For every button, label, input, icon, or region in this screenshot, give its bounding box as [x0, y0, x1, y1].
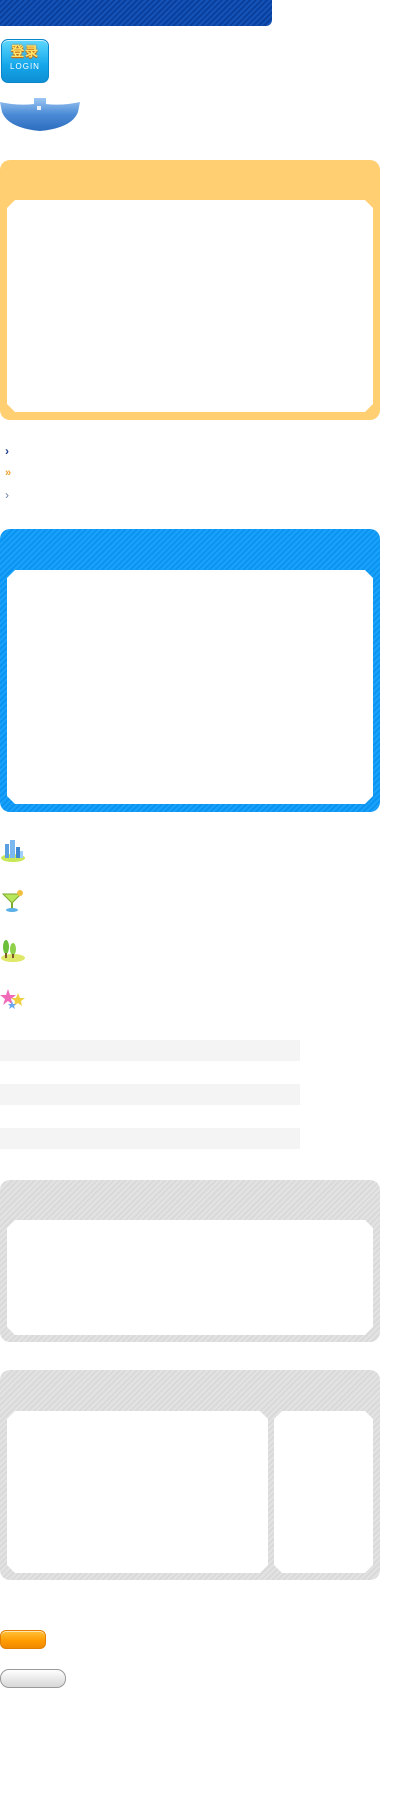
- header-bar: [0, 0, 272, 26]
- gray-strip: [0, 1128, 300, 1149]
- chevron-right-icon: ›: [5, 444, 9, 458]
- gray-strip: [0, 1040, 300, 1061]
- orange-panel: [0, 160, 380, 420]
- login-label-cn: 登录: [10, 44, 39, 59]
- city-buildings-icon: [1, 840, 25, 862]
- gray-split-panel-side: [274, 1411, 373, 1573]
- orange-panel-body: [7, 200, 373, 412]
- blue-panel: [0, 529, 380, 812]
- blue-tab-shape-icon: [0, 98, 80, 131]
- chevron-right-light-icon: ›: [5, 488, 9, 502]
- gray-panel-body: [7, 1220, 373, 1335]
- login-button[interactable]: 登录 LOGIN: [1, 39, 49, 83]
- double-chevron-right-icon: »: [5, 467, 12, 479]
- login-label-en: LOGIN: [10, 62, 40, 71]
- orange-button[interactable]: [0, 1630, 46, 1649]
- gray-split-panel: [0, 1370, 380, 1580]
- stars-icon: [0, 989, 25, 1009]
- cocktail-icon: [1, 890, 23, 912]
- gray-split-panel-main: [7, 1411, 268, 1573]
- gray-strip: [0, 1084, 300, 1105]
- trees-icon: [1, 940, 25, 962]
- gray-panel: [0, 1180, 380, 1342]
- gray-button[interactable]: [0, 1669, 66, 1688]
- blue-panel-body: [7, 570, 373, 804]
